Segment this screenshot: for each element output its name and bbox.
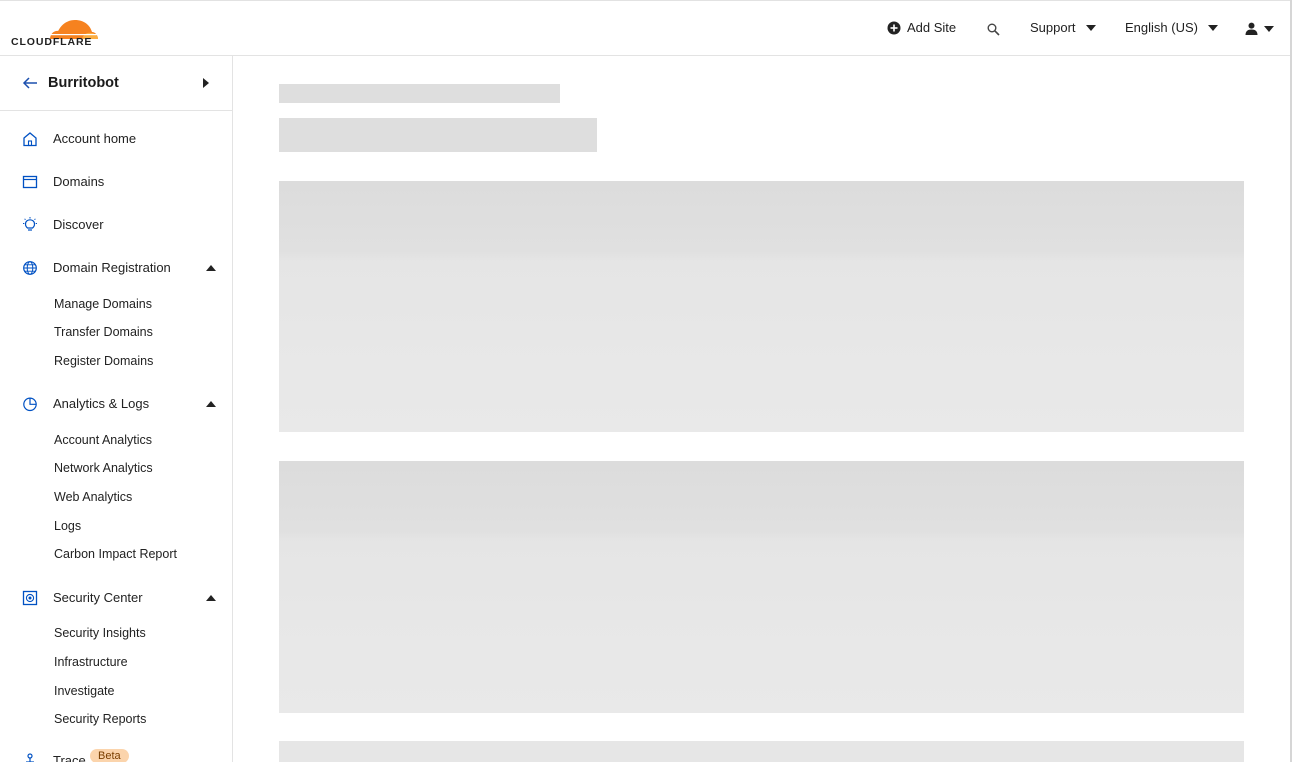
back-arrow-icon[interactable] xyxy=(22,75,38,91)
plus-circle-icon xyxy=(887,21,901,34)
sidebar-subitem-security-reports[interactable]: Security Reports xyxy=(54,712,146,726)
language-label: English (US) xyxy=(1125,20,1198,35)
sidebar-item-domains[interactable]: Domains xyxy=(0,167,232,197)
skeleton-card xyxy=(279,181,1244,432)
account-name: Burritobot xyxy=(48,75,119,91)
beta-badge: Beta xyxy=(90,749,129,762)
chevron-down-icon xyxy=(1085,24,1096,31)
sidebar-subitem-account-analytics[interactable]: Account Analytics xyxy=(54,433,152,447)
language-selector[interactable]: English (US) xyxy=(1125,20,1218,35)
sidebar-subitem-transfer-domains[interactable]: Transfer Domains xyxy=(54,325,153,339)
sidebar-subitem-carbon-impact-report[interactable]: Carbon Impact Report xyxy=(54,547,177,561)
sidebar-item-label: Analytics & Logs xyxy=(53,396,150,411)
sidebar-subitem-web-analytics[interactable]: Web Analytics xyxy=(54,490,132,504)
skeleton-card xyxy=(279,741,1244,762)
add-site-label: Add Site xyxy=(907,20,957,35)
brand-wordmark: CLOUDFLARE xyxy=(11,36,93,48)
support-menu[interactable]: Support xyxy=(1030,20,1096,35)
support-label: Support xyxy=(1030,20,1076,35)
sidebar-item-security-center[interactable]: Security Center xyxy=(0,583,232,613)
globe-icon xyxy=(23,261,37,275)
account-switcher[interactable]: Burritobot xyxy=(0,56,232,111)
chevron-right-icon[interactable] xyxy=(203,78,209,88)
sidebar-item-domain-registration[interactable]: Domain Registration xyxy=(0,253,232,283)
sidebar-subitem-infrastructure[interactable]: Infrastructure xyxy=(54,655,128,669)
skeleton-card xyxy=(279,461,1244,713)
sidebar-item-analytics-logs[interactable]: Analytics & Logs xyxy=(0,389,232,419)
chevron-down-icon xyxy=(1207,24,1218,31)
add-site-button[interactable]: Add Site xyxy=(887,20,956,35)
sidebar-item-label: Domain Registration xyxy=(53,260,171,275)
sidebar-item-discover[interactable]: Discover xyxy=(0,210,232,240)
chevron-up-icon[interactable] xyxy=(206,401,216,407)
pie-chart-icon xyxy=(23,397,37,412)
user-icon xyxy=(1245,22,1258,35)
skeleton-page-title xyxy=(279,118,597,152)
chevron-down-icon xyxy=(1264,25,1274,32)
lightbulb-icon xyxy=(23,217,37,231)
sidebar-subitem-manage-domains[interactable]: Manage Domains xyxy=(54,297,152,311)
sidebar-item-account-home[interactable]: Account home xyxy=(0,124,232,154)
sidebar-item-label: Trace xyxy=(53,753,86,762)
home-icon xyxy=(23,132,37,147)
user-menu[interactable] xyxy=(1245,22,1274,35)
sidebar-item-label: Account home xyxy=(53,131,137,146)
chevron-up-icon[interactable] xyxy=(206,265,216,271)
search-icon xyxy=(987,23,1000,36)
sidebar-subitem-investigate[interactable]: Investigate xyxy=(54,684,114,698)
sidebar-subitem-logs[interactable]: Logs xyxy=(54,519,81,533)
sidebar: Burritobot Account home Domains Discover xyxy=(0,56,233,762)
security-center-icon xyxy=(22,590,38,606)
sidebar-subitem-security-insights[interactable]: Security Insights xyxy=(54,626,146,640)
sidebar-subitem-network-analytics[interactable]: Network Analytics xyxy=(54,461,153,475)
sidebar-item-label: Discover xyxy=(53,217,104,232)
chevron-up-icon[interactable] xyxy=(206,595,216,601)
sidebar-subitem-register-domains[interactable]: Register Domains xyxy=(54,354,153,368)
sidebar-item-label: Security Center xyxy=(53,590,143,605)
browser-window-icon xyxy=(22,175,38,189)
trace-icon xyxy=(26,753,34,762)
sidebar-item-label: Domains xyxy=(53,174,105,189)
search-button[interactable] xyxy=(987,23,1000,36)
top-navigation-bar: CLOUDFLARE Add Site Support English (US) xyxy=(0,1,1290,56)
skeleton-breadcrumb xyxy=(279,84,560,103)
